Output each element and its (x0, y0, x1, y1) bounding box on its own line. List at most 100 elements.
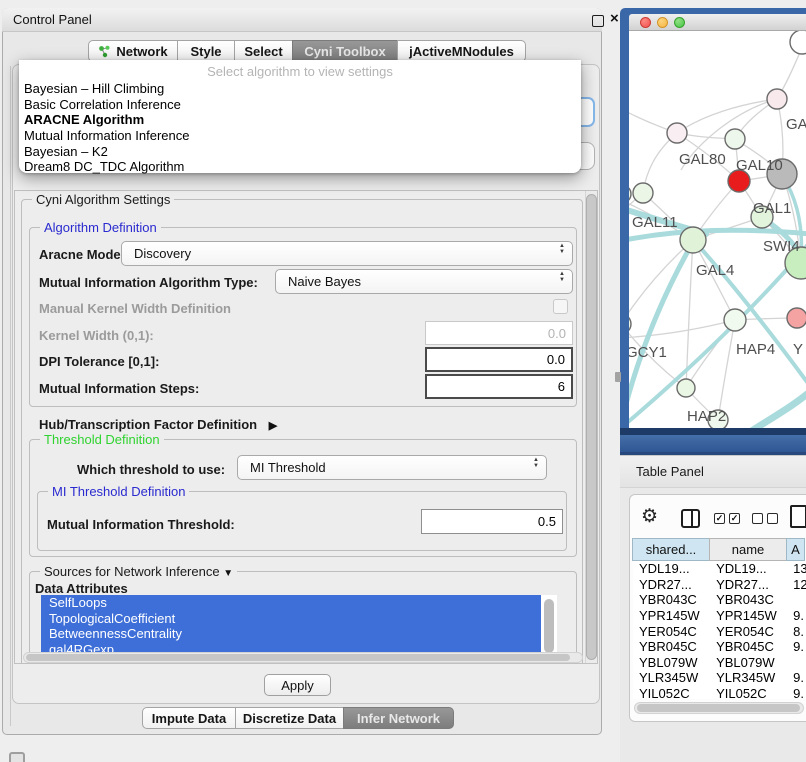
control-panel-titlebar[interactable]: Control Panel (2, 8, 602, 32)
manual-kernel-checkbox[interactable] (553, 299, 568, 314)
table-row[interactable]: YPR145WYPR145W9. (633, 608, 806, 624)
kernel-width-label: Kernel Width (0,1): (39, 328, 154, 343)
threshold-definition-title: Threshold Definition (40, 432, 164, 447)
table-row[interactable]: YBR043CYBR043C (633, 592, 806, 608)
table-panel-titlebar[interactable]: Table Panel (620, 455, 806, 488)
algorithm-option[interactable]: Bayesian – K2 (24, 143, 576, 159)
apply-button[interactable]: Apply (264, 674, 331, 696)
network-node[interactable] (667, 123, 687, 143)
table-cell: 9. (787, 608, 806, 624)
tab-select[interactable]: Select (234, 40, 293, 62)
table-row[interactable]: YDR27...YDR27...12... (633, 577, 806, 593)
table-row[interactable]: YBL079WYBL079W (633, 655, 806, 671)
tab-label: Style (190, 44, 221, 59)
network-view-titlebar[interactable] (629, 14, 806, 31)
zoom-traffic-light[interactable] (674, 17, 685, 28)
network-node-label: GAL4 (696, 262, 734, 279)
column-header-name[interactable]: name (709, 538, 787, 561)
network-node[interactable] (680, 227, 706, 253)
minimized-panel-icon[interactable] (9, 752, 25, 762)
table-body: YDL19...YDL19...13...YDR27...YDR27...12.… (633, 561, 806, 699)
settings-vscrollbar-thumb[interactable] (586, 194, 597, 660)
network-node-label: Y (793, 341, 803, 358)
deselect-checkbox-icon[interactable] (752, 513, 763, 524)
tab-network[interactable]: Network (88, 40, 178, 62)
select-all-checkbox-icon[interactable]: ✓ (714, 513, 725, 524)
table-cell: YER054C (710, 623, 787, 639)
mi-threshold-value: 0.5 (538, 514, 556, 529)
column-header-A[interactable]: A (786, 538, 805, 561)
network-node[interactable] (677, 379, 695, 397)
network-node[interactable] (629, 314, 631, 334)
mi-type-select[interactable]: Naive Bayes ▲▼ (275, 269, 573, 294)
column-header-shared[interactable]: shared... (632, 538, 710, 561)
algorithm-dropdown-popup: Select algorithm to view settings Bayesi… (19, 60, 581, 173)
table-cell: YBL079W (633, 655, 710, 671)
document-icon[interactable] (790, 505, 806, 528)
tab-jactivemnodules[interactable]: jActiveMNodules (397, 40, 526, 62)
table-hscrollbar-thumb[interactable] (637, 704, 800, 712)
select-all-checkbox-icon[interactable]: ✓ (729, 513, 740, 524)
algorithm-option[interactable]: Bayesian – Hill Climbing (24, 81, 576, 97)
algorithm-option[interactable]: Basic Correlation Inference (24, 97, 576, 113)
settings-hscrollbar-thumb[interactable] (26, 654, 570, 661)
data-attribute-item[interactable]: SelfLoops (41, 595, 541, 611)
network-graph: GALGAL80GAL10GAL1GAL11SWI4GAL4GCY1HAP4YH… (629, 31, 806, 428)
tab-cyni-toolbox[interactable]: Cyni Toolbox (292, 40, 398, 62)
collapsed-arrow-icon: ▶ (269, 419, 277, 432)
hub-section-toggle[interactable]: Hub/Transcription Factor Definition ▶ (39, 417, 277, 432)
kernel-width-field[interactable]: 0.0 (425, 321, 573, 345)
mi-threshold-field[interactable]: 0.5 (421, 509, 563, 534)
gear-icon[interactable]: ⚙ (641, 505, 658, 528)
which-threshold-select[interactable]: MI Threshold ▲▼ (237, 455, 547, 480)
network-node[interactable] (724, 309, 746, 331)
network-edge[interactable] (718, 320, 735, 420)
network-node[interactable] (725, 129, 745, 149)
kernel-width-value: 0.0 (548, 326, 566, 341)
table-cell: YBR045C (710, 639, 787, 655)
dpi-tolerance-field[interactable]: 0.0 (425, 347, 573, 372)
network-node[interactable] (790, 31, 806, 54)
float-window-icon[interactable] (592, 15, 604, 27)
data-attributes-list[interactable]: SelfLoopsTopologicalCoefficientBetweenne… (41, 595, 541, 657)
table-row[interactable]: YBR045CYBR045C9. (633, 639, 806, 655)
stepper-arrows-icon: ▲▼ (533, 457, 539, 469)
bottom-tab-impute-data[interactable]: Impute Data (142, 707, 236, 729)
aracne-mode-select[interactable]: Discovery ▲▼ (121, 241, 573, 266)
table-cell: 9. (787, 686, 806, 699)
network-icon (98, 45, 111, 58)
table-cell: YLR345W (710, 670, 787, 686)
table-row[interactable]: YER054CYER054C8. (633, 623, 806, 639)
network-node[interactable] (633, 183, 653, 203)
attributes-scrollbar-thumb[interactable] (544, 599, 554, 653)
network-node[interactable] (767, 89, 787, 109)
network-edge[interactable] (629, 320, 735, 338)
bottom-tab-infer-network[interactable]: Infer Network (343, 707, 454, 729)
table-panel-title: Table Panel (636, 464, 704, 479)
algorithm-option[interactable]: Dream8 DC_TDC Algorithm (24, 159, 576, 175)
splitter-handle[interactable] (615, 372, 621, 382)
mi-steps-value: 6 (558, 379, 565, 394)
mi-steps-field[interactable]: 6 (425, 374, 573, 399)
sources-group-title[interactable]: Sources for Network Inference ▼ (40, 564, 237, 579)
data-attribute-item[interactable]: BetweennessCentrality (41, 626, 541, 642)
algorithm-option[interactable]: Mutual Information Inference (24, 128, 576, 144)
deselect-checkbox-icon[interactable] (767, 513, 778, 524)
network-edge-highlighted[interactable] (629, 242, 693, 428)
network-node[interactable] (787, 308, 806, 328)
tab-style[interactable]: Style (177, 40, 235, 62)
network-edge-highlighted[interactable] (750, 390, 806, 428)
split-columns-icon[interactable] (681, 509, 700, 528)
table-row[interactable]: YDL19...YDL19...13... (633, 561, 806, 577)
minimize-traffic-light[interactable] (657, 17, 668, 28)
table-row[interactable]: YLR345WYLR345W9. (633, 670, 806, 686)
close-traffic-light[interactable] (640, 17, 651, 28)
table-row[interactable]: YIL052CYIL052C9. (633, 686, 806, 699)
network-node[interactable] (629, 185, 631, 203)
data-attribute-item[interactable]: TopologicalCoefficient (41, 611, 541, 627)
network-canvas[interactable]: GALGAL80GAL10GAL1GAL11SWI4GAL4GCY1HAP4YH… (629, 31, 806, 428)
algorithm-option[interactable]: ARACNE Algorithm (24, 112, 576, 128)
table-cell: YPR145W (710, 608, 787, 624)
aracne-mode-label: Aracne Mode: (39, 247, 125, 262)
bottom-tab-discretize-data[interactable]: Discretize Data (235, 707, 344, 729)
